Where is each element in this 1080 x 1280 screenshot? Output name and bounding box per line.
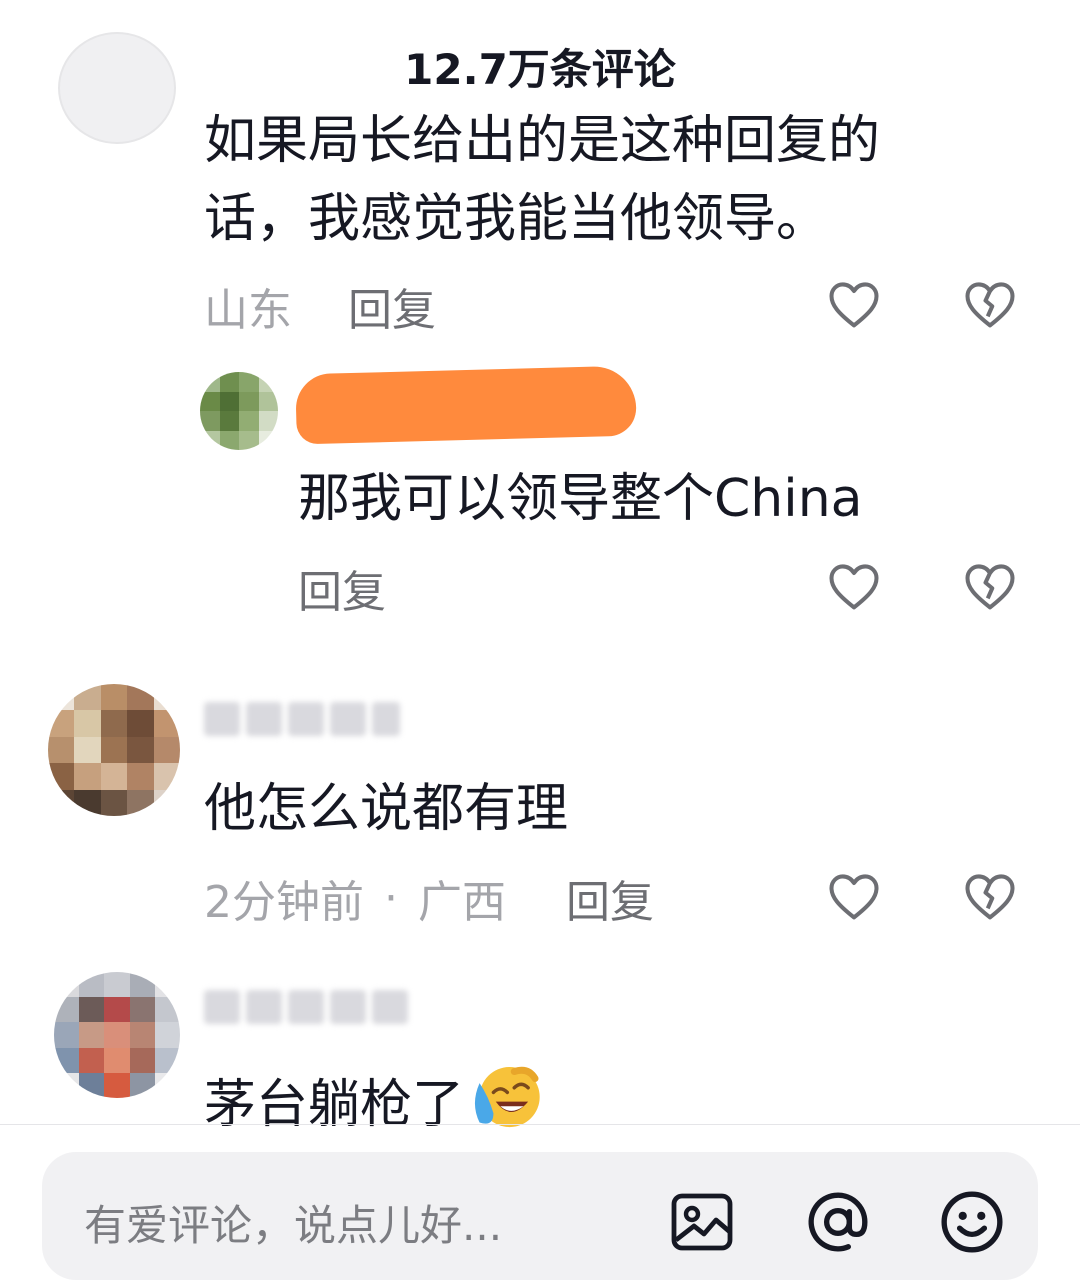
blurred-username — [204, 702, 400, 736]
meta-separator: · — [384, 872, 398, 924]
comment-text: 他怎么说都有理 — [204, 779, 569, 839]
dislike-button[interactable] — [960, 866, 1020, 926]
comment-text: 如果局长给出的是这种回复的 话，我感觉我能当他领导。 — [204, 102, 1024, 258]
broken-heart-icon — [965, 564, 1015, 610]
dislike-button[interactable] — [960, 556, 1020, 616]
reply-button[interactable]: 回复 — [566, 866, 654, 930]
input-divider — [0, 1124, 1080, 1125]
emoji-button[interactable] — [934, 1184, 1010, 1260]
reply-button[interactable]: 回复 — [298, 556, 386, 620]
avatar[interactable] — [58, 32, 176, 144]
comment-meta: 山东 回复 — [204, 276, 436, 336]
heart-outline-icon — [829, 874, 879, 920]
like-button[interactable] — [824, 866, 884, 926]
reply-button[interactable]: 回复 — [348, 274, 436, 338]
avatar[interactable] — [48, 684, 180, 816]
image-button[interactable] — [664, 1184, 740, 1260]
reply-text: 那我可以领导整个China — [298, 469, 863, 529]
comment-text-content: 茅台躺枪了 — [204, 1075, 465, 1135]
heart-outline-icon — [829, 282, 879, 328]
smiley-icon — [941, 1191, 1003, 1253]
heart-outline-icon — [829, 564, 879, 610]
at-icon — [808, 1192, 868, 1252]
mention-button[interactable] — [800, 1184, 876, 1260]
blurred-username — [204, 990, 408, 1024]
location-label: 广西 — [418, 877, 506, 928]
redacted-username — [295, 365, 637, 445]
face-with-tears-of-joy-icon — [468, 1062, 542, 1154]
comment-meta: 2分钟前 · 广西 回复 — [204, 866, 654, 930]
avatar[interactable] — [54, 972, 180, 1098]
timestamp: 2分钟前 — [204, 877, 364, 928]
pixelated-avatar-image — [200, 372, 278, 450]
like-button[interactable] — [824, 274, 884, 334]
comment-text-line: 话，我感觉我能当他领导。 — [204, 189, 829, 249]
location-label: 山东 — [204, 285, 292, 336]
dislike-button[interactable] — [960, 274, 1020, 334]
like-button[interactable] — [824, 556, 884, 616]
image-icon — [671, 1193, 733, 1251]
broken-heart-icon — [965, 874, 1015, 920]
reply-meta: 回复 — [298, 558, 386, 618]
comment-text: 茅台躺枪了 — [204, 1062, 542, 1154]
avatar[interactable] — [200, 372, 278, 450]
pixelated-avatar-image — [54, 972, 180, 1098]
comment-text-line: 如果局长给出的是这种回复的 — [204, 111, 881, 171]
broken-heart-icon — [965, 282, 1015, 328]
pixelated-avatar-image — [48, 684, 180, 816]
comment-input-placeholder[interactable]: 有爱评论，说点儿好... — [84, 1192, 502, 1253]
